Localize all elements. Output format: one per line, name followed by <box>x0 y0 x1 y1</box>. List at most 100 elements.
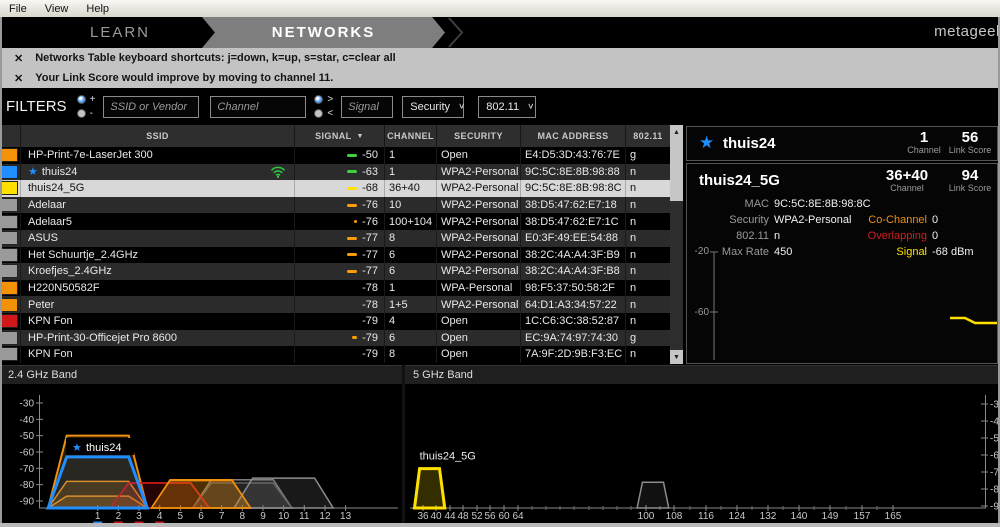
security-filter-select[interactable]: Security ∨ <box>402 96 464 118</box>
table-row[interactable]: KPN Fon-794Open1C:C6:3C:38:52:87n <box>0 313 670 330</box>
column-80211[interactable]: 802.11 <box>626 125 670 147</box>
channel-label: 157 <box>854 511 871 522</box>
close-icon[interactable]: ✕ <box>14 52 23 65</box>
column-mac[interactable]: MAC ADDRESS <box>521 125 626 147</box>
close-icon[interactable]: ✕ <box>14 72 23 85</box>
column-security[interactable]: SECURITY <box>437 125 521 147</box>
column-ssid[interactable]: SSID <box>21 125 295 147</box>
signal-filter-input[interactable] <box>341 96 393 118</box>
network-color-swatch <box>0 197 21 214</box>
security-filter-label: Security <box>410 101 450 113</box>
signal-history-line <box>950 318 997 323</box>
tab-learn[interactable]: LEARN <box>40 17 200 48</box>
signal-cell: -78 <box>295 280 385 297</box>
channel-label: 9 <box>260 511 266 522</box>
ssid-cell: Het Schuurtje_2.4GHz <box>21 247 295 264</box>
y-tick-label: -70 <box>20 464 35 475</box>
tab-networks[interactable]: NETWORKS <box>202 17 445 48</box>
table-row[interactable]: HP-Print-30-Officejet Pro 8600-796OpenEC… <box>0 330 670 347</box>
band24-chart: -30-40-50-60-70-80-9012345678910111213★t… <box>0 365 402 527</box>
signal-value: -79 <box>362 348 378 360</box>
channel-cell: 6 <box>385 247 437 264</box>
channel-cell: 6 <box>385 330 437 347</box>
co-channel-row: Co-Channel0 <box>857 214 938 226</box>
channel-label: Channel <box>903 145 945 155</box>
selected-linkscore-stat: 94 Link Score <box>945 169 995 193</box>
scrollbar-thumb[interactable] <box>670 139 683 201</box>
signal-cell: -77 <box>295 247 385 264</box>
table-row[interactable]: Adelaar5-76100+104WPA2-Personal38:D5:47:… <box>0 213 670 230</box>
channel-label: 11 <box>299 511 310 522</box>
menu-item-view[interactable]: View <box>36 3 78 15</box>
star-icon[interactable]: ★ <box>699 133 714 153</box>
ssid-filter-input[interactable] <box>103 96 199 118</box>
radio-greater-than[interactable] <box>314 95 323 104</box>
menu-item-help[interactable]: Help <box>77 3 118 15</box>
security-cell: Open <box>437 346 521 363</box>
channel-label: 64 <box>512 511 524 522</box>
ssid-cell: Peter <box>21 296 295 313</box>
network-color-swatch <box>0 296 21 313</box>
standard-cell: n <box>626 164 670 181</box>
selected-channel-stat: 36+40 Channel <box>879 169 935 193</box>
channel-cell: 6 <box>385 263 437 280</box>
channel-filter-input[interactable] <box>210 96 306 118</box>
radio-less-than[interactable] <box>314 109 323 118</box>
channel-cell: 1+5 <box>385 296 437 313</box>
signal-value: -68 <box>362 182 378 194</box>
signal-cell: -63 <box>295 164 385 181</box>
starred-network-name: thuis24 <box>723 135 776 152</box>
column-channel[interactable]: CHANNEL <box>385 125 437 147</box>
table-row[interactable]: ASUS-778WPA2-PersonalE0:3F:49:EE:54:88n <box>0 230 670 247</box>
table-row[interactable]: KPN Fon-798Open7A:9F:2D:9B:F3:ECn <box>0 346 670 363</box>
scroll-down-button[interactable]: ▼ <box>670 350 683 364</box>
network-label: thuis24_5G <box>420 451 476 463</box>
table-row[interactable]: Peter-781+5WPA2-Personal64:D1:A3:34:57:2… <box>0 296 670 313</box>
ssid-cell: Kroefjes_2.4GHz <box>21 263 295 280</box>
radio-lt-label: < <box>327 108 333 119</box>
signal-cell: -77 <box>295 263 385 280</box>
mac-cell: 9C:5C:8E:8B:98:88 <box>521 164 626 181</box>
table-row[interactable]: Het Schuurtje_2.4GHz-776WPA2-Personal38:… <box>0 247 670 264</box>
table-row[interactable]: Adelaar-7610WPA2-Personal38:D5:47:62:E7:… <box>0 197 670 214</box>
network-color-swatch <box>0 164 21 181</box>
radio-gt-label: > <box>327 94 333 105</box>
mac-cell: 38:D5:47:62:E7:1C <box>521 213 626 230</box>
standard-cell: n <box>626 313 670 330</box>
ssid-label: thuis24_5G <box>28 182 84 194</box>
ssid-cell: KPN Fon <box>21 346 295 363</box>
channel-label: 5 <box>178 511 184 522</box>
table-row[interactable]: HP-Print-7e-LaserJet 300-501OpenE4:D5:3D… <box>0 147 670 164</box>
ssid-label: Kroefjes_2.4GHz <box>28 265 112 277</box>
network-color-swatch <box>0 280 21 297</box>
network-curve <box>48 457 147 508</box>
ssid-label: HP-Print-7e-LaserJet 300 <box>28 149 153 161</box>
security-cell: WPA2-Personal <box>437 247 521 264</box>
radio-exclude[interactable] <box>77 109 86 118</box>
standard-cell: n <box>626 247 670 264</box>
security-cell: WPA2-Personal <box>437 164 521 181</box>
y-tick-label: -60 <box>20 447 35 458</box>
networks-table: HP-Print-7e-LaserJet 300-501OpenE4:D5:3D… <box>0 147 670 363</box>
selected-network-name: thuis24_5G <box>699 172 780 189</box>
table-row[interactable]: Kroefjes_2.4GHz-776WPA2-Personal38:2C:4A… <box>0 263 670 280</box>
radio-include[interactable] <box>77 95 86 104</box>
table-row[interactable]: ★thuis24-631WPA2-Personal9C:5C:8E:8B:98:… <box>0 164 670 181</box>
metageek-logo: metageek <box>934 23 1000 40</box>
table-row[interactable]: thuis24_5G-6836+40WPA2-Personal9C:5C:8E:… <box>0 180 670 197</box>
filters-label: FILTERS <box>6 98 67 115</box>
sort-desc-icon: ▼ <box>357 133 364 140</box>
standard-filter-select[interactable]: 802.11 ∨ <box>478 96 536 118</box>
table-row[interactable]: H220N50582F-781WPA-Personal98:F5:37:50:5… <box>0 280 670 297</box>
column-signal[interactable]: SIGNAL▼ <box>295 125 385 147</box>
link-score-value: 94 <box>945 169 995 183</box>
channel-value: 36+40 <box>879 169 935 183</box>
mac-cell: 38:D5:47:62:E7:18 <box>521 197 626 214</box>
standard-cell: n <box>626 213 670 230</box>
channel-label: 12 <box>319 511 331 522</box>
menu-item-file[interactable]: File <box>0 3 36 15</box>
channel-label: 8 <box>240 511 246 522</box>
column-label: CHANNEL <box>387 131 434 141</box>
network-color-swatch <box>0 263 21 280</box>
scroll-up-button[interactable]: ▲ <box>670 125 683 139</box>
